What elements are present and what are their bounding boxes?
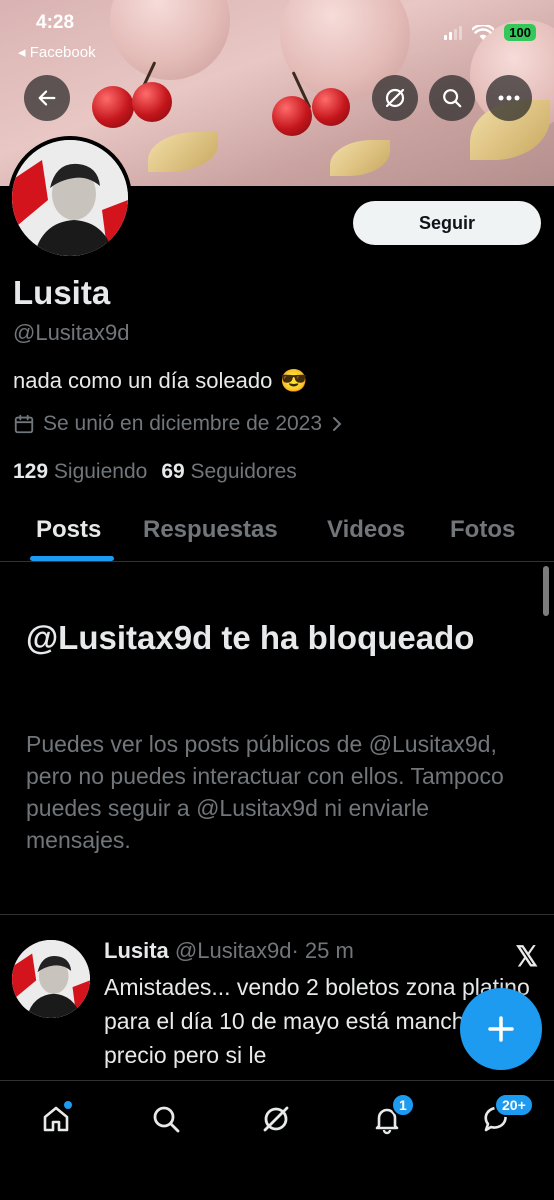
profile-handle: @Lusitax9d: [13, 320, 130, 345]
back-to-facebook-link[interactable]: ◂ Facebook: [18, 43, 96, 61]
followers-count: 69: [161, 460, 185, 483]
bio-text: nada como un día soleado: [13, 368, 273, 393]
plus-icon: [488, 1016, 514, 1042]
scrollbar[interactable]: [543, 566, 549, 616]
status-time: 4:28: [36, 12, 75, 33]
battery-indicator: 100: [504, 24, 536, 41]
profile-bio: nada como un día soleado 😎: [13, 368, 308, 394]
followers-link[interactable]: 69 Seguidores: [161, 460, 296, 484]
tab-videos[interactable]: Videos: [327, 516, 405, 544]
nav-messages[interactable]: 20+: [478, 1093, 534, 1139]
x-logo-icon: 𝕏: [515, 941, 538, 972]
follow-button[interactable]: Seguir: [353, 201, 541, 245]
search-icon: [153, 1106, 180, 1133]
grok-icon: [385, 88, 405, 108]
wifi-icon: [472, 24, 495, 40]
tweet-author-handle: @Lusitax9d: [174, 938, 292, 963]
tweet-time: · 25 m: [291, 938, 354, 963]
following-label: Siguiendo: [53, 460, 148, 483]
messages-badge: 20+: [494, 1093, 534, 1117]
search-icon: [443, 89, 462, 108]
joined-date-link[interactable]: Se unió en diciembre de 2023: [13, 412, 344, 436]
followers-label: Seguidores: [190, 460, 297, 483]
profile-tabs: Posts Respuestas Videos Fotos: [0, 500, 554, 562]
tweet-header[interactable]: Lusita @Lusitax9d· 25 m: [104, 938, 354, 964]
tweet-author-name: Lusita: [104, 938, 169, 963]
more-options-button[interactable]: [486, 75, 532, 121]
nav-grok[interactable]: [256, 1099, 296, 1139]
tweet-avatar[interactable]: [12, 940, 90, 1018]
avatar-image: [12, 940, 90, 1018]
sunglasses-emoji: 😎: [280, 368, 308, 393]
active-tab-indicator: [30, 556, 114, 561]
tab-posts[interactable]: Posts: [36, 516, 101, 544]
tab-respuestas[interactable]: Respuestas: [143, 516, 278, 544]
search-button[interactable]: [429, 75, 475, 121]
status-icons: 100: [444, 24, 536, 41]
home-new-dot: [64, 1101, 72, 1109]
profile-avatar[interactable]: [8, 136, 132, 260]
blocked-title: @Lusitax9d te ha bloqueado: [26, 619, 475, 656]
nav-home[interactable]: [36, 1099, 76, 1139]
signal-icon: [444, 25, 463, 40]
following-count: 129: [13, 460, 49, 483]
bottom-nav: 1 20+: [0, 1080, 554, 1200]
chevron-right-icon: [333, 417, 342, 431]
back-button[interactable]: [24, 75, 70, 121]
grok-button[interactable]: [372, 75, 418, 121]
notifications-badge: 1: [391, 1093, 415, 1117]
divider: [0, 914, 554, 915]
tab-fotos[interactable]: Fotos: [450, 516, 515, 544]
nav-search[interactable]: [146, 1099, 186, 1139]
arrow-left-icon: [38, 90, 56, 106]
following-link[interactable]: 129 Siguiendo: [13, 460, 147, 484]
follow-stats: 129 Siguiendo 69 Seguidores: [13, 460, 297, 484]
blocked-description: Puedes ver los posts públicos de @Lusita…: [26, 731, 504, 853]
nav-notifications[interactable]: 1: [367, 1093, 415, 1139]
compose-post-button[interactable]: [460, 988, 542, 1070]
joined-text: Se unió en diciembre de 2023: [43, 412, 323, 435]
calendar-icon: [14, 414, 34, 434]
avatar-image: [12, 140, 128, 256]
grok-icon: [263, 1106, 289, 1132]
more-horizontal-icon: [498, 95, 520, 101]
profile-name: Lusita: [13, 274, 111, 311]
